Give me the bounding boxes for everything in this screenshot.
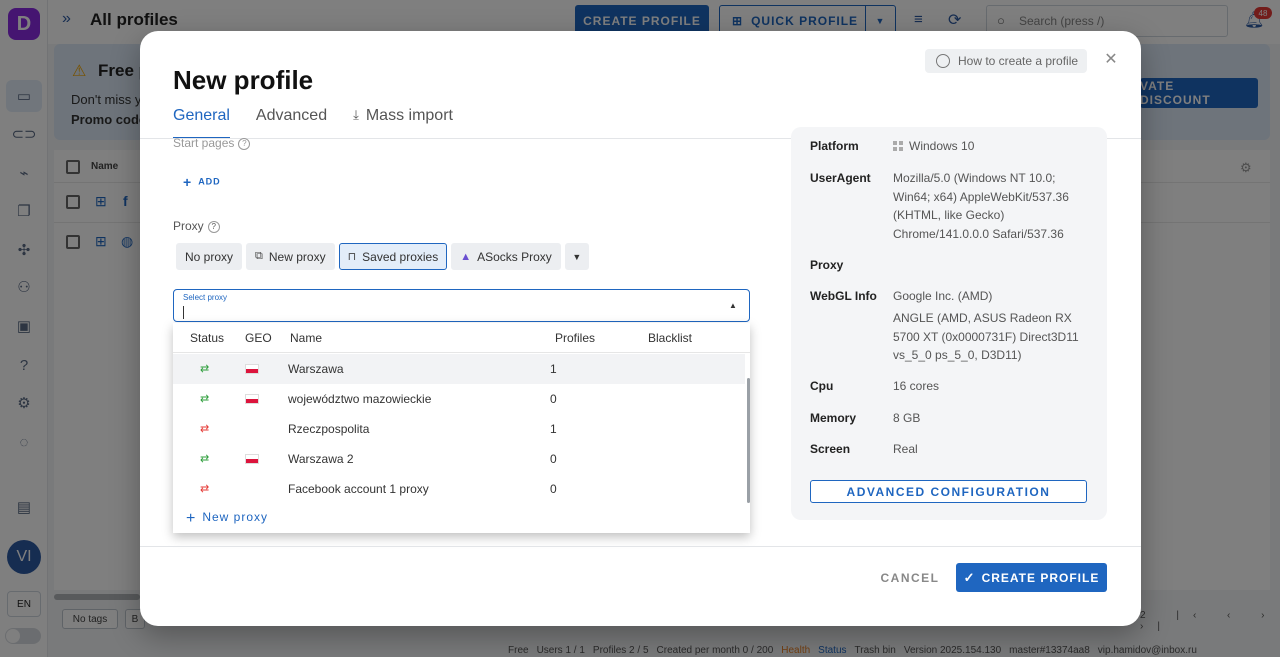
start-pages-label: Start pages? [173,136,251,150]
text-cursor [183,306,184,319]
new-profile-dialog: New profile How to create a profile ✕ Ge… [140,31,1141,626]
platform-value-text: Windows 10 [909,139,975,153]
proxy-status-error-icon: ⇄ [200,423,210,435]
chevron-down-icon[interactable]: ▼ [564,243,589,270]
dropdown-header: Status GEO Name Profiles Blacklist [173,323,750,353]
webgl-renderer: ANGLE (AMD, ASUS Radeon RX 5700 XT (0x00… [893,311,1079,362]
select-proxy-input[interactable]: Select proxy ▲ [173,289,750,322]
proxy-summary-label: Proxy [810,258,844,272]
memory-value: 8 GB [893,411,921,425]
new-proxy-label: New proxy [268,249,326,264]
webgl-label: WebGL Info [810,289,877,303]
col-status: Status [190,331,225,345]
proxy-status-ok-icon: ⇄ [200,453,210,465]
memory-label: Memory [810,411,857,425]
proxy-name: Facebook account 1 proxy [288,482,429,496]
edit-icon: ⧉ [255,250,263,262]
asocks-proxy-button[interactable]: ▲ ASocks Proxy [451,243,561,270]
dropdown-new-proxy-label: New proxy [202,510,269,524]
help-icon[interactable]: ? [207,220,220,233]
tab-advanced[interactable]: Advanced [256,107,327,139]
proxy-label-text: Proxy [173,219,204,233]
proxy-status-ok-icon: ⇄ [200,363,210,375]
proxy-row[interactable]: ⇄ Warszawa 2 0 [173,444,745,474]
col-geo: GEO [245,331,272,345]
saved-proxies-button[interactable]: ⊓ Saved proxies [338,243,448,270]
tab-mass-import-label: Mass import [365,107,453,124]
proxy-name: Warszawa 2 [288,452,354,466]
advanced-configuration-button[interactable]: ADVANCED CONFIGURATION [810,480,1087,503]
create-profile-button[interactable]: ✓ CREATE PROFILE [956,563,1107,592]
no-proxy-label: No proxy [185,249,234,264]
proxy-profiles: 0 [550,482,557,496]
proxy-dropdown: Status GEO Name Profiles Blacklist ⇄ War… [173,323,750,533]
proxy-status-ok-icon: ⇄ [200,393,210,405]
tab-mass-import[interactable]: ⤓ Mass import [353,107,453,139]
useragent-label: UserAgent [810,171,871,185]
proxy-row[interactable]: ⇄ województwo mazowieckie 0 [173,384,745,414]
how-to-create-profile-button[interactable]: How to create a profile [925,49,1087,73]
flag-poland-icon [245,454,259,464]
asocks-proxy-label: ASocks Proxy [477,249,552,264]
proxy-profiles: 1 [550,362,557,376]
dropdown-scrollbar[interactable] [747,378,750,503]
col-blacklist: Blacklist [648,331,693,345]
cpu-label: Cpu [810,379,834,393]
screen-value: Real [893,442,918,456]
proxy-profiles: 0 [550,452,557,466]
lifebuoy-icon [936,54,950,68]
add-start-page-button[interactable]: + ADD [183,174,221,190]
select-proxy-label: Select proxy [183,293,228,302]
tab-general-label: General [173,107,230,124]
add-label: ADD [198,176,221,187]
dialog-tabs: General Advanced ⤓ Mass import [173,107,453,139]
proxy-profiles: 0 [550,392,557,406]
help-icon[interactable]: ? [238,137,251,150]
tab-general[interactable]: General [173,107,230,139]
cpu-value: 16 cores [893,379,940,393]
create-profile-label: CREATE PROFILE [981,570,1100,585]
proxy-name: Rzeczpospolita [288,422,370,436]
saved-proxies-label: Saved proxies [362,249,439,264]
proxy-row[interactable]: ⇄ Rzeczpospolita 1 [173,414,745,444]
proxy-label: Proxy? [173,219,220,233]
footer-divider [140,546,1141,547]
flag-poland-icon [245,394,259,404]
proxy-status-error-icon: ⇄ [200,483,210,495]
col-name: Name [290,331,323,345]
how-to-label: How to create a profile [958,54,1079,68]
flag-poland-icon [245,364,259,374]
start-pages-text: Start pages [173,136,235,150]
proxy-profiles: 1 [550,422,557,436]
dropdown-new-proxy-button[interactable]: + New proxy [186,510,268,528]
proxy-name: Warszawa [288,362,344,376]
screen-label: Screen [810,442,851,456]
proxy-row[interactable]: ⇄ Facebook account 1 proxy 0 [173,474,745,504]
windows-icon [893,141,903,151]
proxy-name: województwo mazowieckie [288,392,432,406]
cancel-button[interactable]: CANCEL [875,568,945,588]
no-proxy-button[interactable]: No proxy [176,243,243,270]
platform-value: Windows 10 [893,137,1093,156]
plus-icon: + [183,174,193,190]
asocks-logo-icon: ▲ [460,250,472,263]
useragent-value: Mozilla/5.0 (Windows NT 10.0; Win64; x64… [893,171,1069,241]
proxy-row[interactable]: ⇄ Warszawa 1 [173,354,745,384]
platform-label: Platform [810,139,859,153]
close-icon[interactable]: ✕ [1103,51,1119,68]
bookmark-icon: ⊓ [347,251,357,263]
dialog-title: New profile [173,65,314,95]
proxy-type-selector: No proxy ⧉ New proxy ⊓ Saved proxies ▲ ASoc… [176,243,589,270]
col-profiles: Profiles [555,331,596,345]
plus-icon: + [186,510,197,527]
chevron-up-icon[interactable]: ▲ [729,301,737,310]
profile-summary-panel: Platform Windows 10 UserAgent Mozilla/5.… [791,127,1107,520]
tab-advanced-label: Advanced [255,107,328,124]
webgl-vendor: Google Inc. (AMD) [893,289,993,303]
new-proxy-button[interactable]: ⧉ New proxy [246,243,335,270]
download-icon: ⤓ [353,107,359,122]
check-icon: ✓ [963,569,976,585]
